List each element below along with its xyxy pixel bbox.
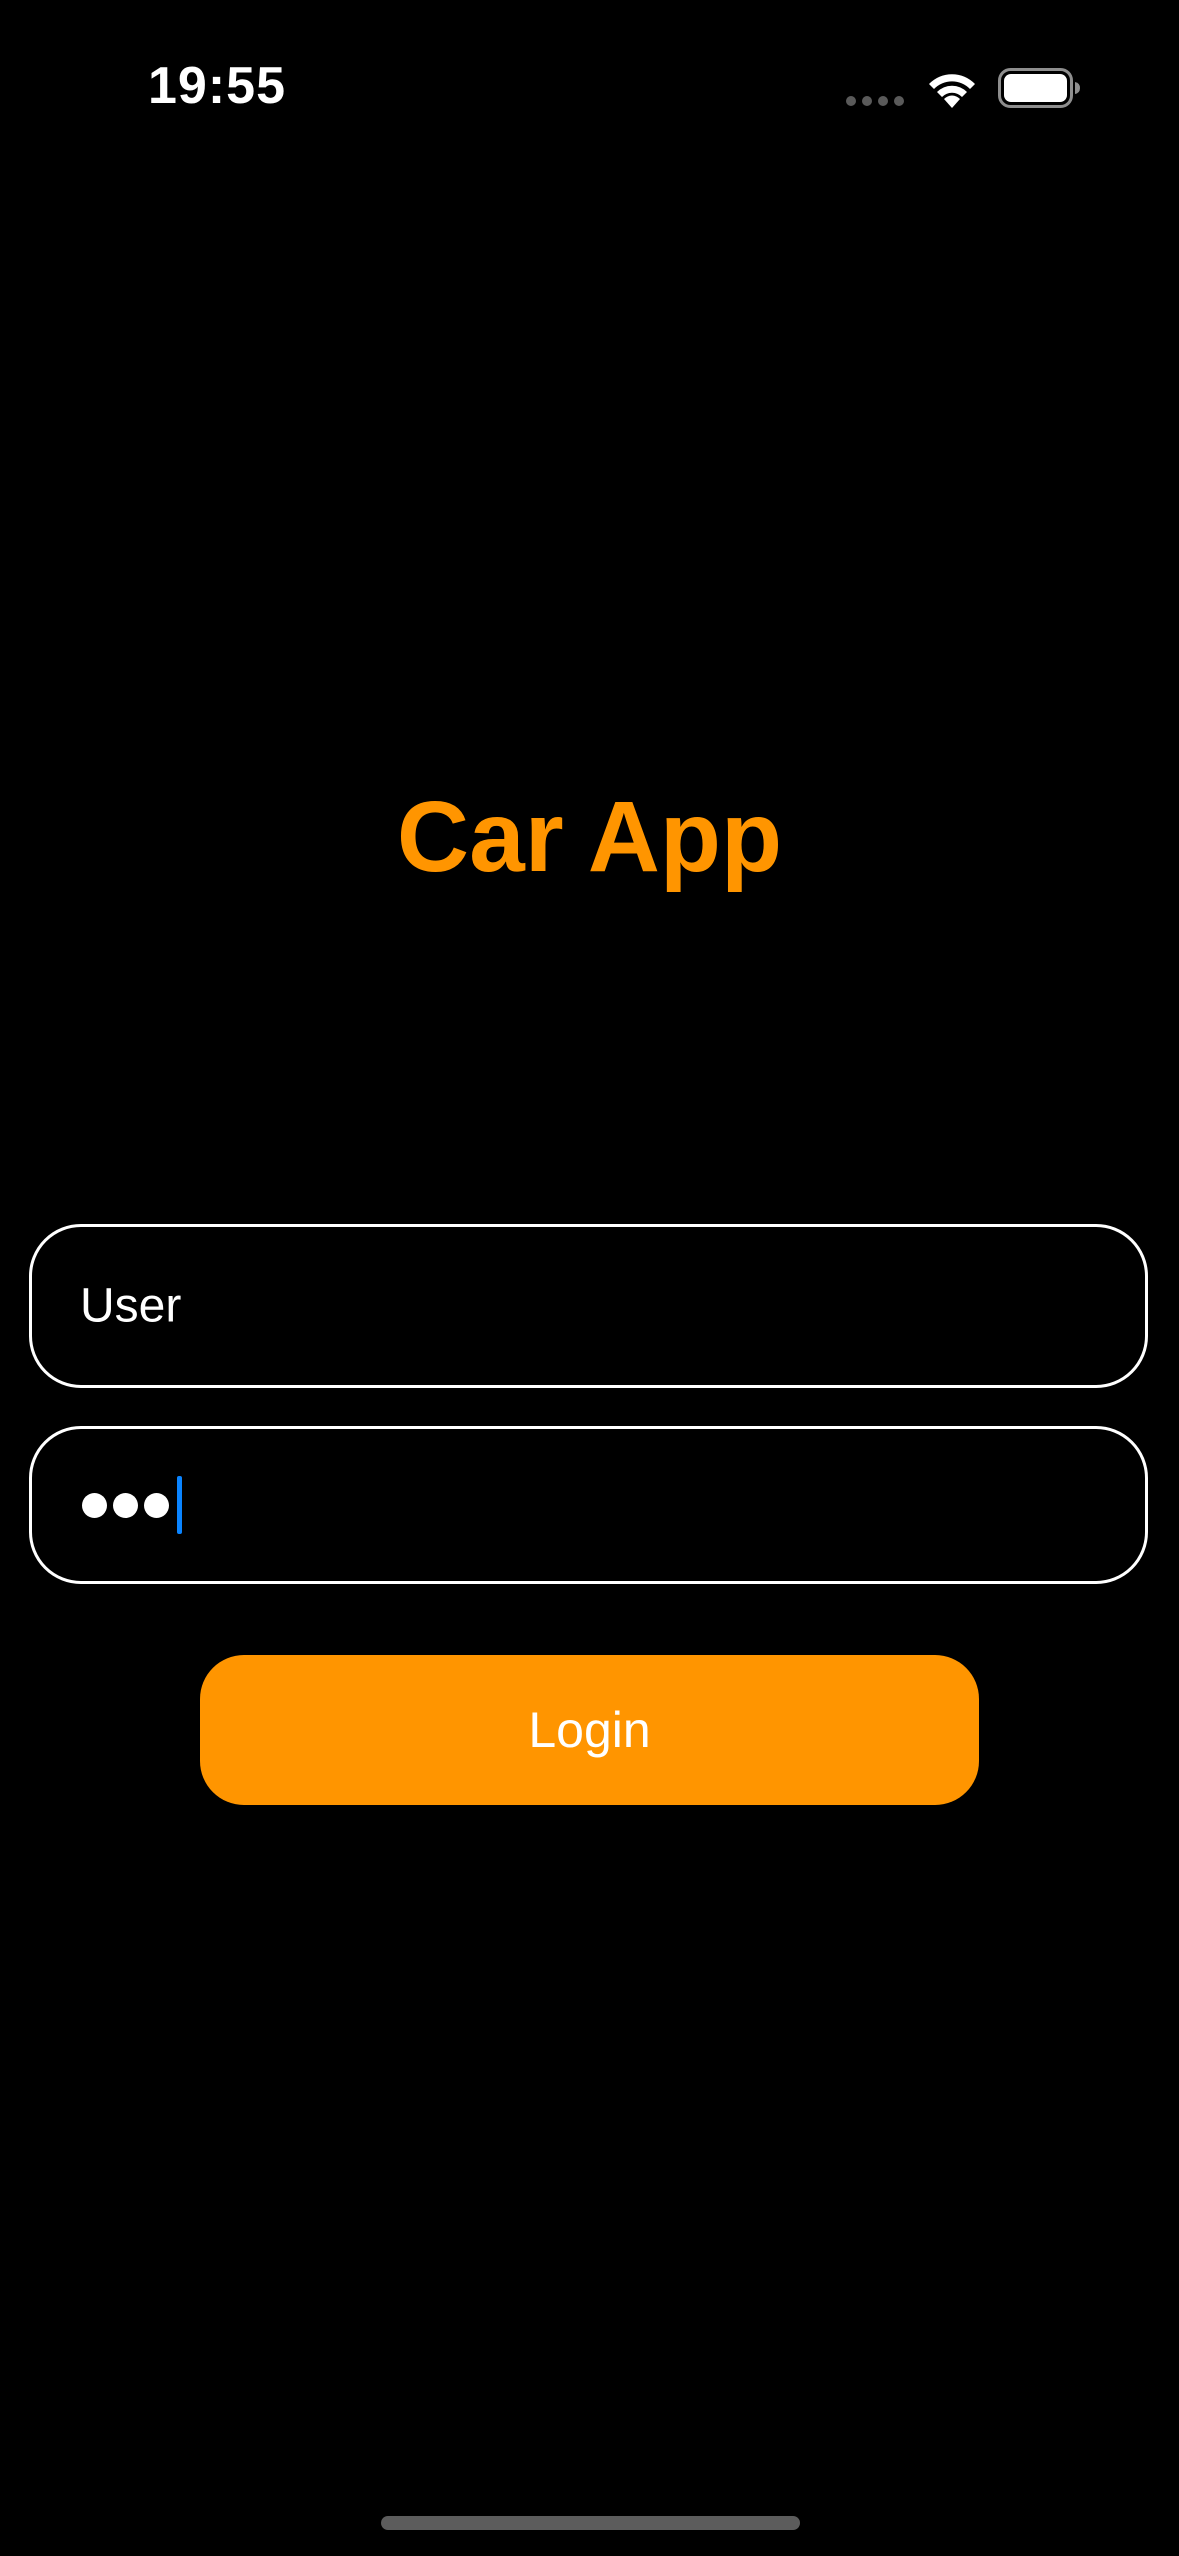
home-indicator[interactable] — [381, 2516, 800, 2530]
cellular-signal-icon — [846, 96, 904, 106]
username-value: User — [80, 1279, 182, 1333]
login-button-label: Login — [528, 1702, 651, 1758]
password-dot — [82, 1492, 107, 1518]
battery-icon — [998, 68, 1080, 108]
wifi-icon — [929, 74, 975, 108]
status-time: 19:55 — [148, 57, 286, 115]
password-field[interactable] — [29, 1426, 1148, 1584]
text-cursor — [177, 1476, 182, 1534]
password-dot — [113, 1492, 138, 1518]
password-dot — [144, 1492, 169, 1518]
app-title: Car App — [396, 781, 783, 893]
login-button[interactable]: Login — [200, 1655, 979, 1805]
password-mask — [82, 1476, 182, 1534]
username-field[interactable]: User — [29, 1224, 1148, 1388]
